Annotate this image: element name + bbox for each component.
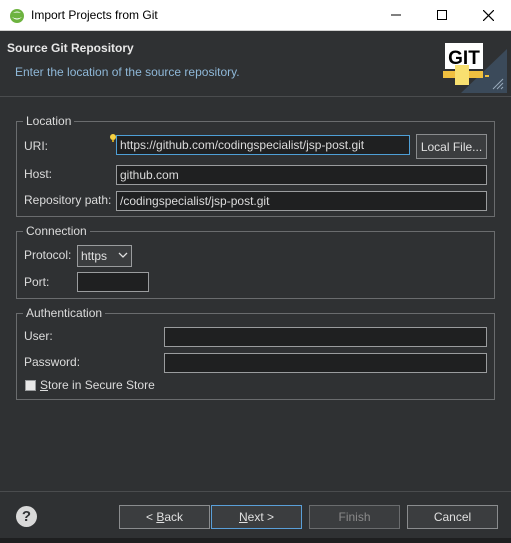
- store-secure-mnemonic: S: [40, 378, 49, 392]
- window-title: Import Projects from Git: [31, 8, 158, 22]
- next-button-rest: ext >: [247, 510, 275, 524]
- store-secure-label-rest: tore in Secure Store: [48, 378, 155, 392]
- user-input[interactable]: [164, 327, 487, 347]
- user-label: User:: [24, 329, 53, 343]
- authentication-legend: Authentication: [23, 306, 106, 320]
- wizard-header: Source Git Repository Enter the location…: [0, 31, 511, 97]
- finish-button[interactable]: Finish: [309, 505, 400, 529]
- local-file-button[interactable]: Local File...: [416, 134, 487, 159]
- maximize-button[interactable]: [419, 0, 465, 30]
- help-icon[interactable]: ?: [16, 506, 37, 527]
- store-secure-checkbox[interactable]: [25, 380, 36, 391]
- protocol-select[interactable]: https: [77, 245, 132, 267]
- eclipse-app-icon: [10, 9, 24, 23]
- location-legend: Location: [23, 114, 75, 128]
- minimize-button[interactable]: [373, 0, 419, 30]
- page-description: Enter the location of the source reposit…: [15, 65, 240, 79]
- next-button-mnemonic: N: [238, 510, 248, 524]
- uri-input[interactable]: https://github.com/codingspecialist/jsp-…: [116, 135, 410, 155]
- back-button[interactable]: < Back: [119, 505, 210, 529]
- cancel-button[interactable]: Cancel: [407, 505, 498, 529]
- store-secure-label[interactable]: Store in Secure Store: [40, 378, 155, 392]
- port-label: Port:: [24, 275, 50, 289]
- protocol-select-value: https: [81, 249, 108, 263]
- maximize-icon: [437, 10, 447, 20]
- password-input[interactable]: [164, 353, 487, 373]
- page-title: Source Git Repository: [7, 41, 134, 55]
- port-input[interactable]: [77, 272, 149, 292]
- back-button-prefix: <: [145, 510, 157, 524]
- protocol-label: Protocol:: [24, 248, 72, 262]
- chevron-down-icon: [118, 252, 128, 258]
- title-bar: Import Projects from Git: [0, 0, 511, 31]
- bottom-edge: [0, 538, 511, 543]
- footer-separator: [0, 491, 511, 492]
- git-logo-icon: GIT: [443, 43, 507, 93]
- close-icon: [482, 9, 494, 21]
- back-button-rest: ack: [164, 510, 184, 524]
- next-button[interactable]: Next >: [211, 505, 302, 529]
- close-button[interactable]: [465, 0, 511, 30]
- uri-label: URI:: [24, 139, 48, 153]
- host-label: Host:: [24, 167, 53, 181]
- repository-path-input[interactable]: /codingspecialist/jsp-post.git: [116, 191, 487, 211]
- password-label: Password:: [24, 355, 81, 369]
- repository-path-label: Repository path:: [24, 193, 112, 207]
- host-input[interactable]: github.com: [116, 165, 487, 185]
- minimize-icon: [391, 14, 401, 16]
- back-button-mnemonic: B: [156, 510, 165, 524]
- connection-legend: Connection: [23, 224, 90, 238]
